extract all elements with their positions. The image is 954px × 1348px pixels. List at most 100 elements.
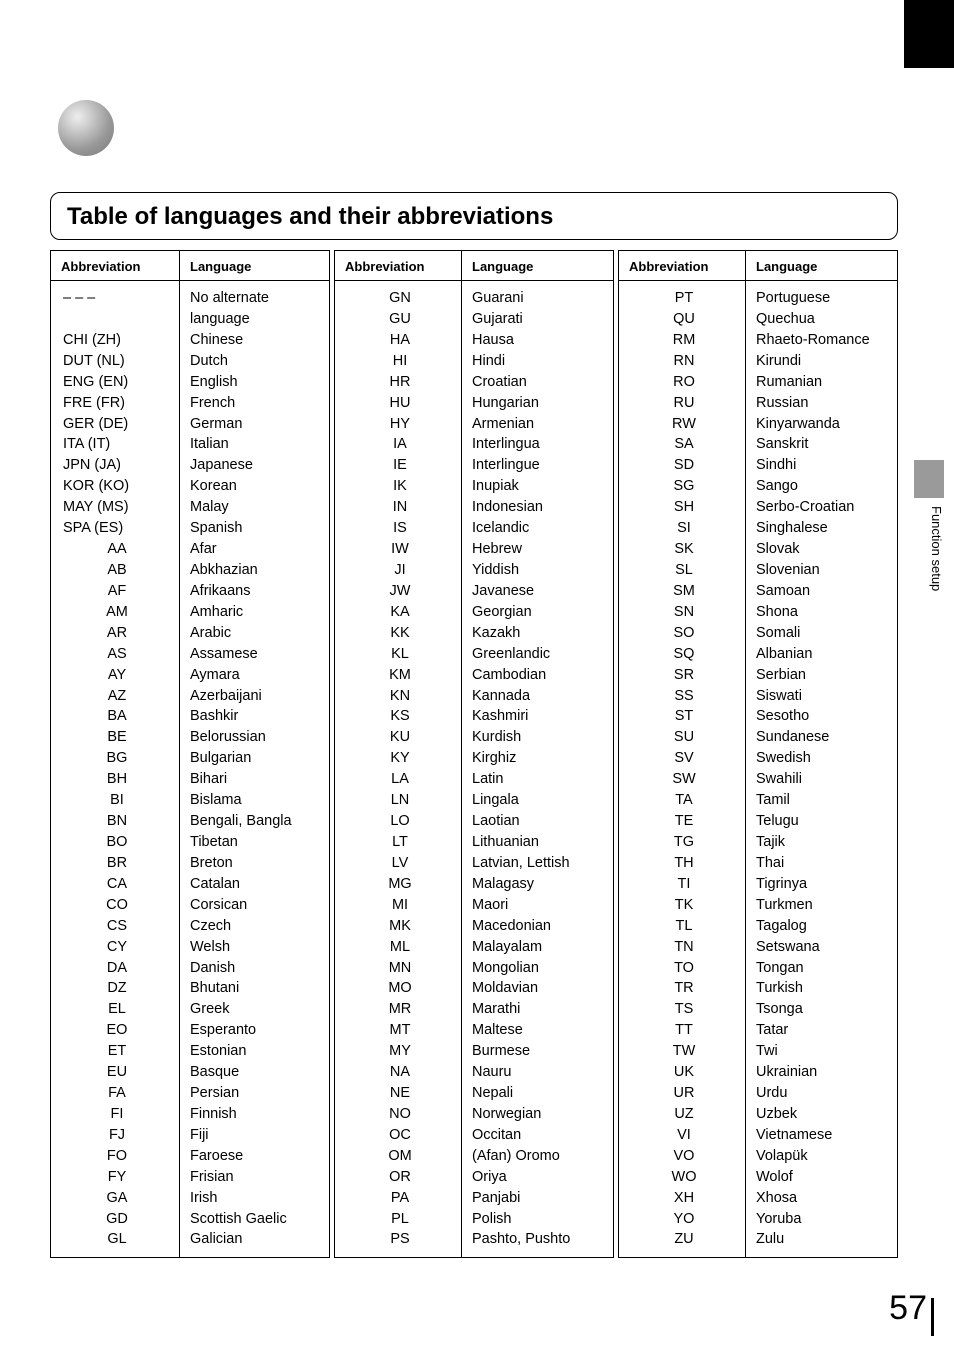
table-cell-abbr: GU (335, 309, 462, 330)
table-cell-lang: Belorussian (180, 727, 330, 748)
table-row: CACatalan (51, 874, 330, 895)
table-cell-lang: Hausa (462, 330, 614, 351)
table-row: KNKannada (335, 685, 614, 706)
table-row: TGTajik (619, 832, 898, 853)
table-cell-lang: Korean (180, 476, 330, 497)
table-row: EOEsperanto (51, 1020, 330, 1041)
table-cell-lang: German (180, 413, 330, 434)
table-row: RWKinyarwanda (619, 413, 898, 434)
lang-table-1: Abbreviation Language – – –No alternatel… (50, 250, 330, 1258)
table-cell-lang: (Afan) Oromo (462, 1146, 614, 1167)
table-cell-lang: Telugu (746, 811, 898, 832)
table-cell-abbr: SW (619, 769, 746, 790)
table-row: YOYoruba (619, 1208, 898, 1229)
table-cell-abbr: TE (619, 811, 746, 832)
table-row: GNGuarani (335, 281, 614, 309)
table-cell-abbr: LT (335, 832, 462, 853)
table-row: KOR (KO)Korean (51, 476, 330, 497)
table-row: MTMaltese (335, 1020, 614, 1041)
table-row: SHSerbo-Croatian (619, 497, 898, 518)
table-cell-abbr: NO (335, 1104, 462, 1125)
table-row: AZAzerbaijani (51, 685, 330, 706)
table-row: MOMoldavian (335, 978, 614, 999)
table-cell-lang: Shona (746, 602, 898, 623)
table-row: TTTatar (619, 1020, 898, 1041)
table-row: MIMaori (335, 895, 614, 916)
table-cell-abbr: FO (51, 1146, 180, 1167)
table-row: SWSwahili (619, 769, 898, 790)
table-row: ETEstonian (51, 1041, 330, 1062)
table-row: ZUZulu (619, 1229, 898, 1257)
table-cell-lang: Frisian (180, 1167, 330, 1188)
table-cell-lang: Interlingua (462, 434, 614, 455)
table-cell-lang: Mongolian (462, 957, 614, 978)
table-cell-abbr: MR (335, 999, 462, 1020)
table-row: HUHungarian (335, 392, 614, 413)
table-cell-abbr: HR (335, 372, 462, 393)
table-cell-lang: Norwegian (462, 1104, 614, 1125)
table-cell-abbr: IS (335, 518, 462, 539)
table-cell-lang: Rumanian (746, 372, 898, 393)
table-cell-lang: Croatian (462, 372, 614, 393)
table-row: TOTongan (619, 957, 898, 978)
table-row: KUKurdish (335, 727, 614, 748)
table-cell-abbr: SPA (ES) (51, 518, 180, 539)
table-cell-abbr: VI (619, 1125, 746, 1146)
table-cell-abbr: TT (619, 1020, 746, 1041)
page-number-rule (931, 1298, 934, 1336)
table-cell-lang: Ukrainian (746, 1062, 898, 1083)
table-row: TETelugu (619, 811, 898, 832)
table-cell-lang: Swahili (746, 769, 898, 790)
table-cell-lang: language (180, 309, 330, 330)
table-cell-lang: Interlingue (462, 455, 614, 476)
table-cell-abbr: UK (619, 1062, 746, 1083)
table-cell-abbr: – – – (51, 281, 180, 309)
table-row: FAPersian (51, 1083, 330, 1104)
table-row: SMSamoan (619, 581, 898, 602)
table-cell-abbr: GER (DE) (51, 413, 180, 434)
table-row: GDScottish Gaelic (51, 1208, 330, 1229)
table-cell-lang: Hungarian (462, 392, 614, 413)
table-cell-lang: English (180, 372, 330, 393)
table-cell-lang: Kazakh (462, 623, 614, 644)
table-row: TKTurkmen (619, 895, 898, 916)
table-cell-lang: Kirundi (746, 351, 898, 372)
table-cell-lang: Singhalese (746, 518, 898, 539)
table-cell-abbr: SO (619, 623, 746, 644)
table-cell-abbr: TA (619, 790, 746, 811)
table-cell-lang: Basque (180, 1062, 330, 1083)
table-row: MAY (MS)Malay (51, 497, 330, 518)
table-cell-lang: Italian (180, 434, 330, 455)
table-cell-lang: Fiji (180, 1125, 330, 1146)
table-row: HYArmenian (335, 413, 614, 434)
table-cell-abbr: IW (335, 539, 462, 560)
table-row: ELGreek (51, 999, 330, 1020)
table-cell-abbr: BO (51, 832, 180, 853)
table-cell-abbr: MK (335, 915, 462, 936)
table-row: SDSindhi (619, 455, 898, 476)
table-row: ITA (IT)Italian (51, 434, 330, 455)
table-cell-abbr: TN (619, 936, 746, 957)
table-cell-lang: Panjabi (462, 1187, 614, 1208)
table-cell-abbr: NE (335, 1083, 462, 1104)
table-cell-abbr: KM (335, 664, 462, 685)
table-row: MLMalayalam (335, 936, 614, 957)
table-cell-lang: Vietnamese (746, 1125, 898, 1146)
table-cell-abbr: AY (51, 664, 180, 685)
table-cell-lang: Uzbek (746, 1104, 898, 1125)
table-row: XHXhosa (619, 1187, 898, 1208)
table-row: UKUkrainian (619, 1062, 898, 1083)
table-cell-abbr: SI (619, 518, 746, 539)
table-cell-abbr: XH (619, 1187, 746, 1208)
table-cell-lang: Sindhi (746, 455, 898, 476)
table-cell-lang: French (180, 392, 330, 413)
table-row: LALatin (335, 769, 614, 790)
table-row: GAIrish (51, 1187, 330, 1208)
table-cell-abbr: MAY (MS) (51, 497, 180, 518)
table-cell-lang: Tatar (746, 1020, 898, 1041)
table-row: OCOccitan (335, 1125, 614, 1146)
table-cell-abbr: EO (51, 1020, 180, 1041)
table-cell-abbr: FA (51, 1083, 180, 1104)
table-row: RMRhaeto-Romance (619, 330, 898, 351)
table-row: VIVietnamese (619, 1125, 898, 1146)
